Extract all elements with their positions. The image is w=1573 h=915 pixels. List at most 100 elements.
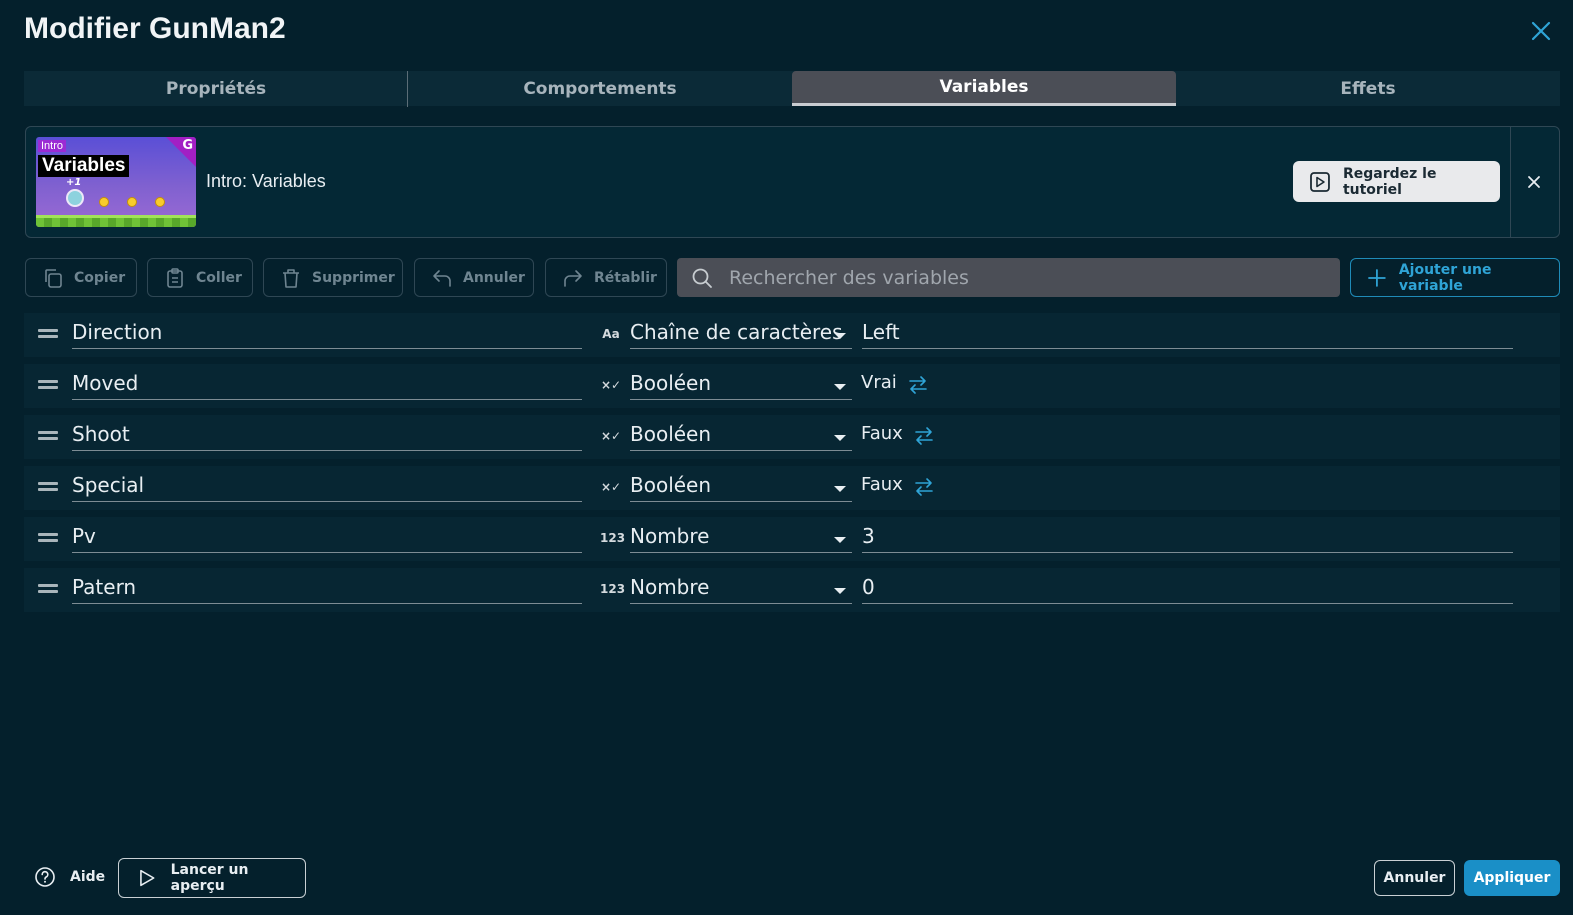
watch-tutorial-label: Regardez le tutoriel xyxy=(1342,165,1437,198)
tab-effects[interactable]: Effets xyxy=(1176,71,1560,106)
boolean-type-icon: ×✓ xyxy=(600,378,622,392)
close-icon xyxy=(1528,176,1540,188)
chevron-down-icon xyxy=(834,486,846,492)
tab-variables[interactable]: Variables xyxy=(792,71,1176,106)
string-type-icon: Aa xyxy=(602,327,620,341)
paste-button[interactable]: Coller xyxy=(147,258,253,297)
add-variable-button[interactable]: Ajouter une variable xyxy=(1350,258,1560,297)
variable-type-label: Booléen xyxy=(630,473,712,497)
variable-type-select[interactable]: Nombre xyxy=(630,572,852,604)
launch-preview-button[interactable]: Lancer un aperçu xyxy=(118,858,306,898)
variable-name-field[interactable]: Shoot xyxy=(72,419,582,451)
drag-handle-icon[interactable] xyxy=(38,329,58,341)
variable-type-select[interactable]: Booléen xyxy=(630,470,852,502)
add-variable-label: Ajouter une variable xyxy=(1398,261,1492,294)
variable-row: Patern 123 Nombre 0 xyxy=(24,568,1560,612)
tutorial-banner: G Intro Variables +1 Intro: Variables Re… xyxy=(25,126,1560,238)
close-icon xyxy=(1531,21,1551,41)
boolean-type-icon: ×✓ xyxy=(600,429,622,443)
apply-button[interactable]: Appliquer xyxy=(1464,860,1560,896)
chevron-down-icon xyxy=(834,588,846,594)
number-type-icon: 123 xyxy=(600,582,626,596)
boolean-type-icon: ×✓ xyxy=(600,480,622,494)
swap-icon[interactable] xyxy=(913,476,935,498)
chevron-down-icon xyxy=(834,384,846,390)
variable-type-label: Booléen xyxy=(630,371,712,395)
thumbnail-tag: Intro xyxy=(38,140,67,152)
redo-icon xyxy=(564,269,582,287)
variable-row: Special ×✓ Booléen Faux xyxy=(24,466,1560,510)
tab-bar: Propriétés Comportements Variables Effet… xyxy=(24,71,1560,107)
variable-row: Shoot ×✓ Booléen Faux xyxy=(24,415,1560,459)
undo-icon xyxy=(433,269,451,287)
boolean-value: Faux xyxy=(861,474,903,495)
clipboard-icon xyxy=(167,267,183,288)
coin-icon xyxy=(99,197,109,207)
redo-button[interactable]: Rétablir xyxy=(545,258,667,297)
trash-icon xyxy=(283,268,299,288)
drag-handle-icon[interactable] xyxy=(38,533,58,545)
gdevelop-logo-icon: G xyxy=(182,138,193,153)
delete-button[interactable]: Supprimer xyxy=(263,258,403,297)
variable-name-field[interactable]: Direction xyxy=(72,317,582,349)
undo-button[interactable]: Annuler xyxy=(414,258,534,297)
tab-properties[interactable]: Propriétés xyxy=(24,71,408,107)
drag-handle-icon[interactable] xyxy=(38,584,58,596)
variable-type-select[interactable]: Nombre xyxy=(630,521,852,553)
close-dialog-button[interactable] xyxy=(1526,16,1556,46)
play-icon xyxy=(140,869,155,887)
play-video-icon xyxy=(1310,171,1330,192)
drag-handle-icon[interactable] xyxy=(38,431,58,443)
launch-preview-label: Lancer un aperçu xyxy=(170,862,249,894)
drag-handle-icon[interactable] xyxy=(38,380,58,392)
redo-label: Rétablir xyxy=(594,269,657,286)
variable-type-label: Chaîne de caractères xyxy=(630,320,843,344)
variable-type-select[interactable]: Chaîne de caractères xyxy=(630,317,852,349)
variable-type-label: Nombre xyxy=(630,524,710,548)
swap-icon[interactable] xyxy=(907,374,929,396)
variable-type-label: Booléen xyxy=(630,422,712,446)
help-label: Aide xyxy=(70,869,106,885)
chevron-down-icon xyxy=(834,537,846,543)
thumbnail-plus: +1 xyxy=(66,177,82,188)
drag-handle-icon[interactable] xyxy=(38,482,58,494)
coin-icon xyxy=(155,197,165,207)
paste-label: Coller xyxy=(196,269,242,286)
variable-value-field[interactable]: Left xyxy=(862,317,1513,349)
chevron-down-icon xyxy=(834,333,846,339)
copy-icon xyxy=(45,268,62,288)
variable-value-field[interactable]: 3 xyxy=(862,521,1513,553)
tutorial-thumbnail[interactable]: G Intro Variables +1 xyxy=(36,137,196,227)
thumbnail-title: Variables xyxy=(38,155,130,177)
variable-row: Direction Aa Chaîne de caractères Left xyxy=(24,313,1560,357)
variable-name-field[interactable]: Special xyxy=(72,470,582,502)
chevron-down-icon xyxy=(834,435,846,441)
character-icon xyxy=(66,189,84,207)
help-icon xyxy=(35,867,55,887)
dialog-title: Modifier GunMan2 xyxy=(24,12,286,45)
variable-type-label: Nombre xyxy=(630,575,710,599)
search-input[interactable] xyxy=(729,266,1309,289)
help-button[interactable]: Aide xyxy=(34,866,105,888)
variable-name-field[interactable]: Patern xyxy=(72,572,582,604)
tab-behaviors[interactable]: Comportements xyxy=(408,71,792,106)
search-icon xyxy=(692,268,712,288)
variable-name-field[interactable]: Pv xyxy=(72,521,582,553)
boolean-value: Vrai xyxy=(861,372,897,393)
variable-type-select[interactable]: Booléen xyxy=(630,368,852,400)
variable-value-field[interactable]: 0 xyxy=(862,572,1513,604)
swap-icon[interactable] xyxy=(913,425,935,447)
ground-strip xyxy=(36,215,196,227)
variable-type-select[interactable]: Booléen xyxy=(630,419,852,451)
close-tutorial-button[interactable] xyxy=(1523,171,1545,193)
variable-name-field[interactable]: Moved xyxy=(72,368,582,400)
boolean-value: Faux xyxy=(861,423,903,444)
number-type-icon: 123 xyxy=(600,531,626,545)
cancel-button[interactable]: Annuler xyxy=(1374,860,1455,896)
tutorial-label: Intro: Variables xyxy=(206,171,326,191)
watch-tutorial-button[interactable]: Regardez le tutoriel xyxy=(1293,161,1500,202)
variable-row: Moved ×✓ Booléen Vrai xyxy=(24,364,1560,408)
undo-label: Annuler xyxy=(463,269,525,286)
copy-button[interactable]: Copier xyxy=(25,258,137,297)
plus-icon xyxy=(1368,268,1386,287)
